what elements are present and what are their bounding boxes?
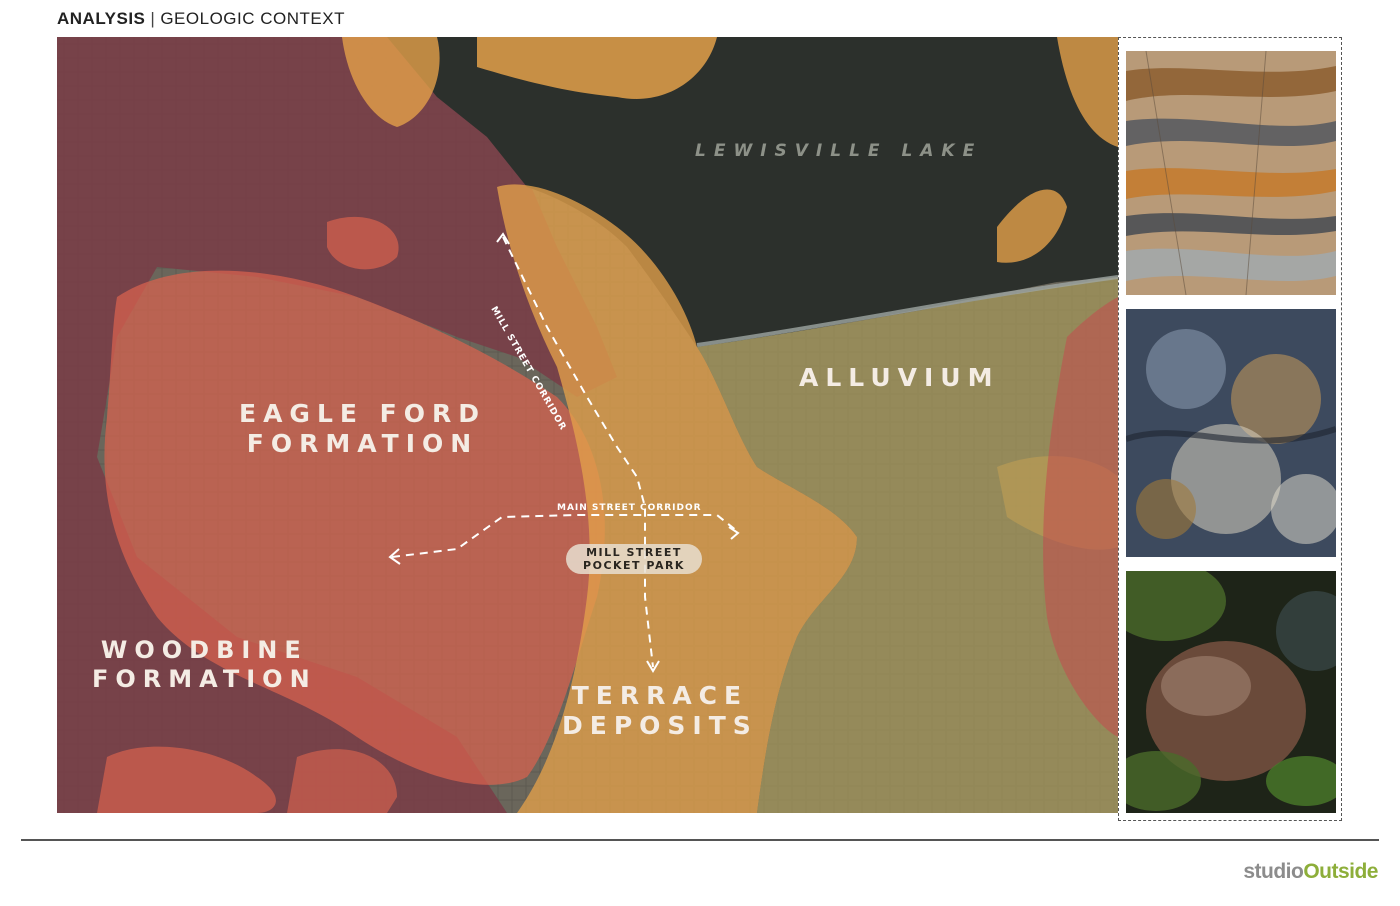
woodbine-label[interactable]: WOODBINE FORMATION [92,636,317,694]
weathered-rock-photo[interactable] [1126,309,1336,557]
woodbine-label-line1: WOODBINE [100,636,308,664]
terrace-label-line1: TERRACE [571,681,749,710]
brand-logo: studioOutside [1243,860,1378,884]
title-subtitle: GEOLOGIC CONTEXT [160,9,345,28]
eagle-ford-label-line1: EAGLE FORD [239,399,486,428]
woodbine-label-line2: FORMATION [92,664,317,693]
park-line1: MILL STREET [586,546,682,559]
river-boulder-photo[interactable] [1126,571,1336,813]
lake-label: LEWISVILLE LAKE [695,141,983,161]
brand-part1: studio [1243,860,1304,883]
page-title: ANALYSIS | GEOLOGIC CONTEXT [57,9,345,29]
alluvium-label[interactable]: ALLUVIUM [799,363,999,393]
brand-part2: Outside [1303,860,1378,883]
eagle-ford-label[interactable]: EAGLE FORD FORMATION [239,399,486,459]
main-street-corridor-label: MAIN STREET CORRIDOR [557,503,702,513]
layered-sandstone-photo[interactable] [1126,51,1336,295]
title-separator: | [150,9,156,28]
park-line2: POCKET PARK [583,559,685,572]
terrace-label-line2: DEPOSITS [562,711,758,740]
title-section: ANALYSIS [57,9,146,28]
terrace-label[interactable]: TERRACE DEPOSITS [562,681,758,741]
pocket-park-marker[interactable]: MILL STREET POCKET PARK [566,544,702,574]
geologic-map[interactable]: LEWISVILLE LAKE EAGLE FORD FORMATION WOO… [57,37,1118,813]
alluvium-label-line1: ALLUVIUM [799,363,1000,392]
photo-panel [1118,37,1342,821]
eagle-ford-label-line2: FORMATION [246,429,479,458]
footer-divider [21,839,1379,841]
